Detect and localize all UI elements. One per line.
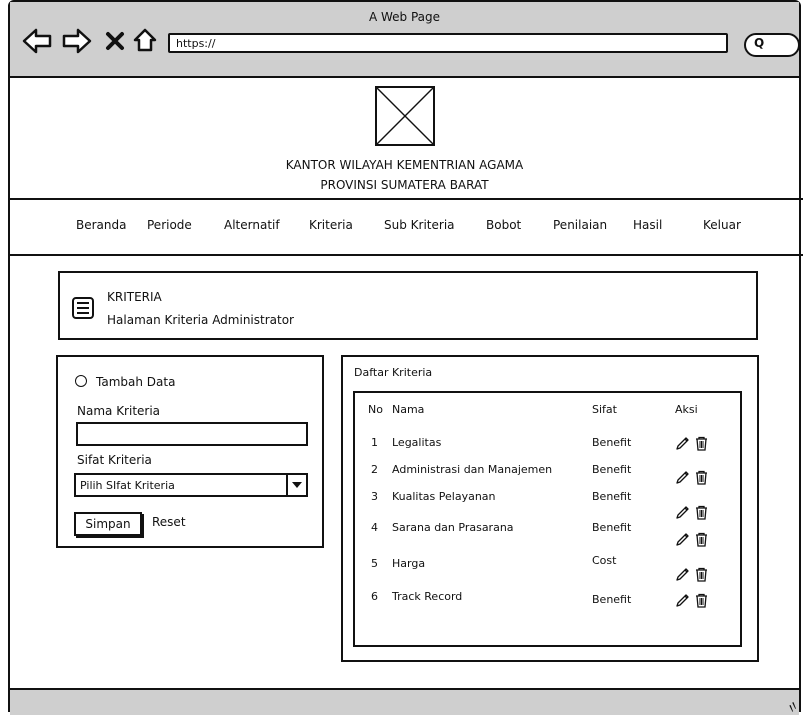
province-name: PROVINSI SUMATERA BARAT <box>320 178 489 192</box>
trash-icon[interactable] <box>694 567 709 586</box>
criteria-list-title: Daftar Kriteria <box>354 366 433 379</box>
logo-image <box>375 86 435 146</box>
list-icon <box>72 297 94 319</box>
row-name: Administrasi dan Manajemen <box>392 463 553 476</box>
criteria-type-label: Sifat Kriteria <box>77 453 152 467</box>
row-type: Benefit <box>592 463 632 476</box>
row-no: 6 <box>371 590 378 603</box>
menu-item-bobot[interactable]: Bobot <box>486 218 521 232</box>
dropdown-arrow-icon[interactable] <box>286 475 306 495</box>
trash-icon[interactable] <box>694 532 709 551</box>
row-type: Benefit <box>592 593 632 606</box>
pencil-icon[interactable] <box>675 567 690 586</box>
save-button[interactable]: Simpan <box>74 512 142 536</box>
criteria-type-value: Pilih SIfat Kriteria <box>80 479 175 492</box>
criteria-name-label: Nama Kriteria <box>77 404 161 418</box>
home-icon[interactable] <box>132 27 158 57</box>
row-no: 4 <box>371 521 378 534</box>
row-name: Sarana dan Prasarana <box>392 521 514 534</box>
window-title: A Web Page <box>368 10 441 24</box>
column-header-action: Aksi <box>675 403 698 416</box>
add-data-radio[interactable] <box>75 375 87 387</box>
row-type: Benefit <box>592 521 632 534</box>
search-field[interactable]: Q <box>744 33 800 57</box>
pencil-icon[interactable] <box>675 505 690 524</box>
office-name: KANTOR WILAYAH KEMENTRIAN AGAMA <box>285 158 524 172</box>
row-name: Harga <box>392 557 426 570</box>
close-icon[interactable] <box>105 31 125 55</box>
trash-icon[interactable] <box>694 470 709 489</box>
column-header-type: Sifat <box>592 403 617 416</box>
column-header-name: Nama <box>392 403 425 416</box>
reset-button[interactable]: Reset <box>152 515 186 529</box>
menu-item-beranda[interactable]: Beranda <box>76 218 126 232</box>
menu-item-hasil[interactable]: Hasil <box>633 218 662 232</box>
criteria-name-input[interactable] <box>76 422 308 446</box>
row-name: Legalitas <box>392 436 442 449</box>
row-no: 5 <box>371 557 378 570</box>
url-bar[interactable]: https:// <box>168 33 728 53</box>
add-data-label: Tambah Data <box>96 375 176 389</box>
row-no: 2 <box>371 463 378 476</box>
menu-item-penilaian[interactable]: Penilaian <box>553 218 607 232</box>
row-type: Benefit <box>592 436 632 449</box>
back-arrow-icon[interactable] <box>22 28 52 58</box>
status-bar <box>10 688 799 715</box>
menu-item-keluar[interactable]: Keluar <box>703 218 741 232</box>
row-name: Track Record <box>392 590 463 603</box>
search-icon: Q <box>754 36 765 50</box>
row-type: Cost <box>592 554 617 567</box>
menu-item-alternatif[interactable]: Alternatif <box>224 218 280 232</box>
page-header-box <box>58 271 758 340</box>
row-no: 3 <box>371 490 378 503</box>
menu-item-sub-kriteria[interactable]: Sub Kriteria <box>384 218 455 232</box>
trash-icon[interactable] <box>694 436 709 455</box>
menu-item-periode[interactable]: Periode <box>147 218 192 232</box>
page-title: KRITERIA <box>107 290 162 304</box>
forward-arrow-icon[interactable] <box>62 28 92 58</box>
trash-icon[interactable] <box>694 505 709 524</box>
row-type: Benefit <box>592 490 632 503</box>
menu-item-kriteria[interactable]: Kriteria <box>309 218 353 232</box>
trash-icon[interactable] <box>694 593 709 612</box>
page-subtitle: Halaman Kriteria Administrator <box>107 313 294 327</box>
row-name: Kualitas Pelayanan <box>392 490 496 503</box>
column-header-no: No <box>368 403 383 416</box>
pencil-icon[interactable] <box>675 593 690 612</box>
pencil-icon[interactable] <box>675 532 690 551</box>
criteria-type-select[interactable]: Pilih SIfat Kriteria <box>74 473 308 497</box>
pencil-icon[interactable] <box>675 470 690 489</box>
pencil-icon[interactable] <box>675 436 690 455</box>
row-no: 1 <box>371 436 378 449</box>
